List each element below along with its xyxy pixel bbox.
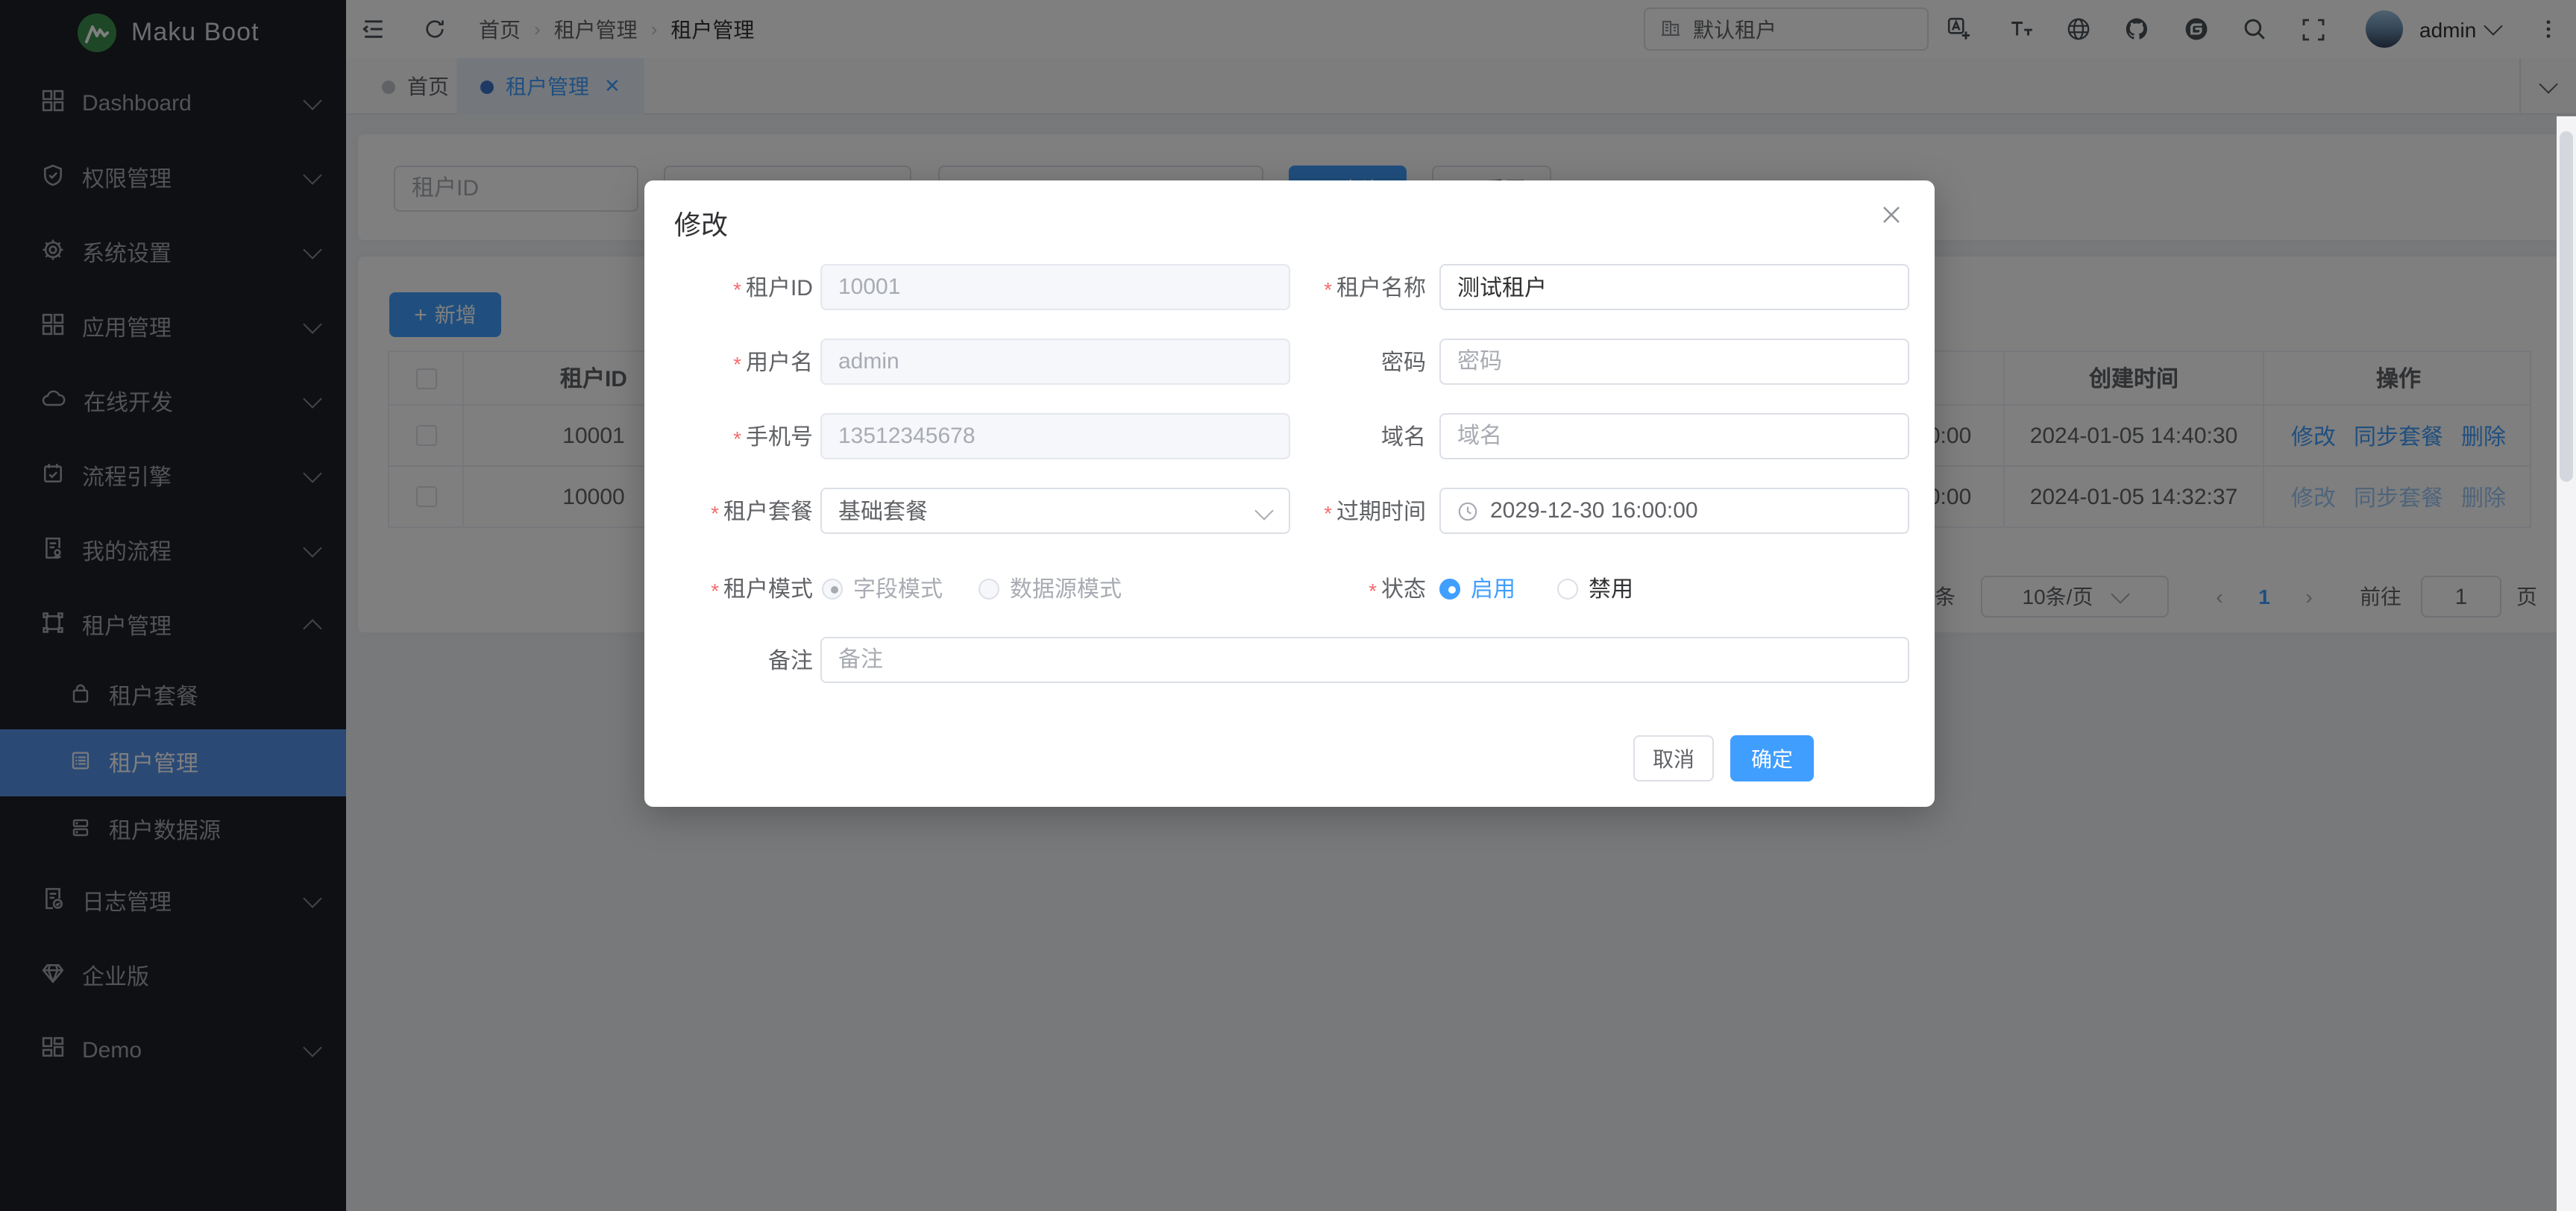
status-enabled-radio[interactable]: 启用 <box>1439 565 1515 611</box>
domain-input[interactable] <box>1439 413 1909 459</box>
expire-date-input[interactable]: 2029-12-30 16:00:00 <box>1439 488 1909 534</box>
dialog-title: 修改 <box>674 204 728 243</box>
mobile-label: *手机号 <box>644 413 813 459</box>
clock-icon <box>1457 500 1478 521</box>
close-icon[interactable] <box>1878 201 1905 228</box>
tenant-id-label: *租户ID <box>644 264 813 310</box>
expire-label: *过期时间 <box>1271 488 1426 534</box>
confirm-button[interactable]: 确定 <box>1730 735 1814 781</box>
password-input[interactable] <box>1439 339 1909 385</box>
remark-label: 备注 <box>644 637 813 683</box>
package-label: *租户套餐 <box>644 488 813 534</box>
radio-icon <box>822 578 843 599</box>
remark-input[interactable] <box>820 637 1909 683</box>
username-input[interactable] <box>820 339 1290 385</box>
mode-datasource-radio[interactable]: 数据源模式 <box>978 565 1122 611</box>
mobile-input[interactable] <box>820 413 1290 459</box>
tenant-id-input[interactable] <box>820 264 1290 310</box>
package-select[interactable]: 基础套餐 <box>820 488 1290 534</box>
radio-icon <box>1439 578 1460 599</box>
edit-dialog: 修改 *租户ID *租户名称 *用户名 密码 *手机号 域名 *租户套餐 <box>644 180 1935 807</box>
mode-field-radio[interactable]: 字段模式 <box>822 565 943 611</box>
radio-icon <box>1557 578 1578 599</box>
status-disabled-radio[interactable]: 禁用 <box>1557 565 1633 611</box>
tenant-name-label: *租户名称 <box>1271 264 1426 310</box>
radio-icon <box>978 578 999 599</box>
mode-label: *租户模式 <box>644 565 813 611</box>
password-label: 密码 <box>1271 339 1426 385</box>
cancel-button[interactable]: 取消 <box>1633 735 1714 781</box>
domain-label: 域名 <box>1271 413 1426 459</box>
scrollbar-thumb[interactable] <box>2560 131 2573 482</box>
scrollbar[interactable] <box>2557 116 2576 1211</box>
app-root: Maku Boot Dashboard 权限管理 系统设置 应用管理 在线开发 … <box>0 0 2576 1211</box>
tenant-name-input[interactable] <box>1439 264 1909 310</box>
username-label: *用户名 <box>644 339 813 385</box>
status-label: *状态 <box>1271 565 1426 611</box>
